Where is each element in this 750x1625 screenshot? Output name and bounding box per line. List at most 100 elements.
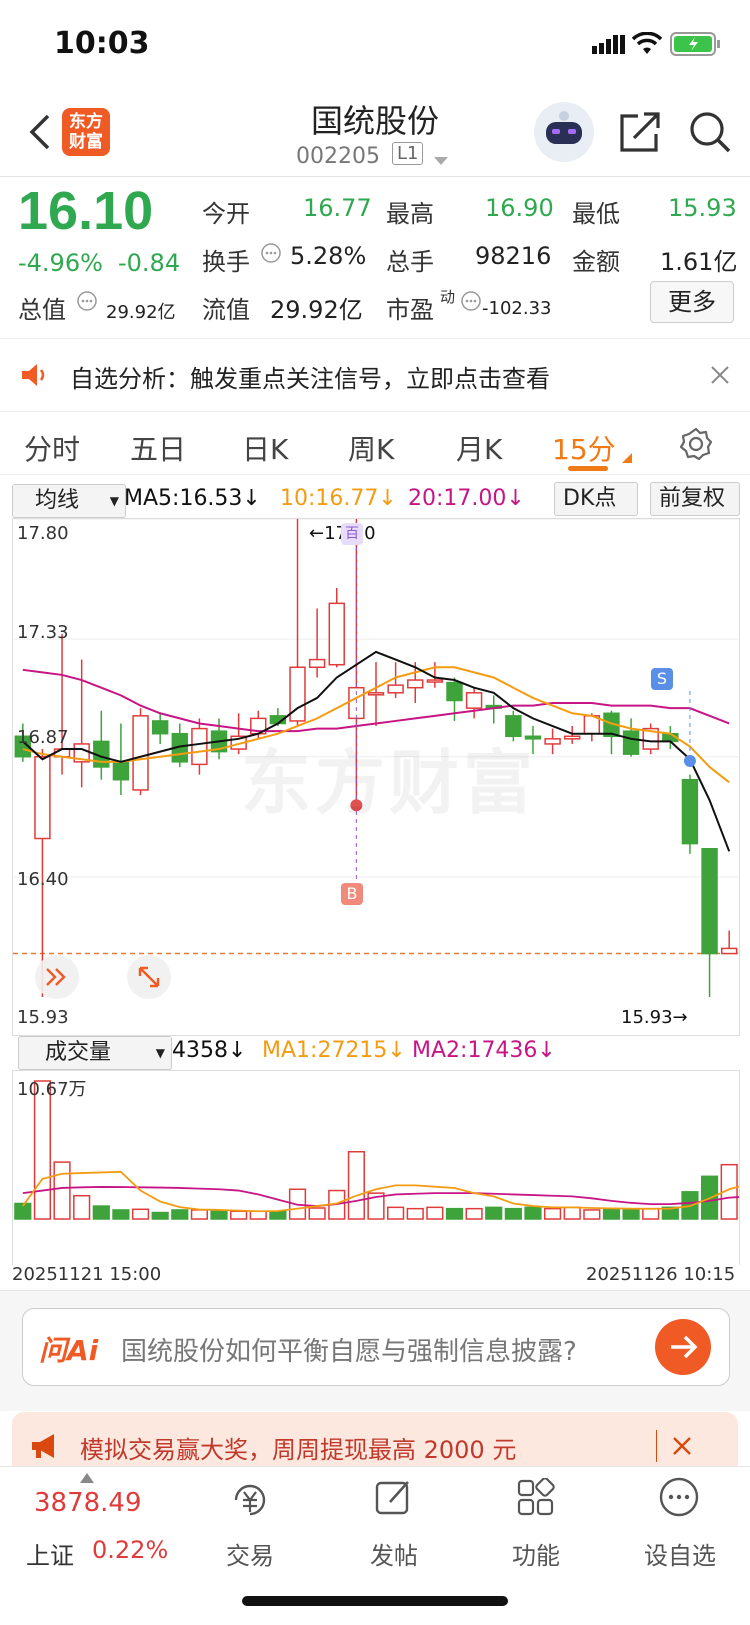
candle-body [426,679,444,683]
tabs-divider [0,474,750,475]
pe-superscript: 动 [440,288,456,306]
buy-signal[interactable]: B [341,883,363,905]
tab-week[interactable]: 周K [348,428,394,468]
tab-15min[interactable]: 15分 [552,428,616,468]
volume-bar [543,1207,562,1220]
nav-functions[interactable]: 功能 [486,1536,586,1571]
watermark: 东方财富 [241,742,537,824]
pe-label: 市盈 [386,296,434,324]
arrow-right-icon[interactable] [655,1319,711,1375]
search-icon[interactable] [688,110,732,158]
more-button[interactable]: 更多 [650,281,734,323]
index-name: 上证 [26,1542,74,1570]
index-pct: 0.22% [92,1536,169,1564]
apps-icon[interactable] [516,1477,556,1522]
indicator-select-label: 均线 [35,488,80,513]
more-dots-icon[interactable] [658,1476,700,1522]
gear-icon[interactable] [678,426,714,466]
scroll-left-icon[interactable] [35,955,79,999]
status-time: 10:03 [54,26,150,61]
nav-trade[interactable]: 交易 [200,1536,300,1571]
amount-label: 金额 [572,248,620,276]
open-label: 今开 [202,200,250,228]
candle-body [407,679,424,689]
low-value: 15.93 [668,194,737,222]
volume-bar [445,1207,464,1220]
nav-add-watchlist[interactable]: 设自选 [630,1536,730,1571]
volume-bar [465,1207,483,1220]
chevron-down-icon: ▼ [155,1046,165,1060]
promo-text: 模拟交易赢大奖，周周提现最高 2000 元 [80,1436,517,1464]
volume-bar [504,1207,522,1220]
level-badge[interactable]: L1 [392,142,424,165]
tab-month[interactable]: 月K [456,428,502,468]
sell-signal[interactable]: S [651,668,673,690]
candle-body [308,658,326,669]
trade-icon[interactable] [228,1478,272,1526]
float-value: 29.92亿 [270,296,363,324]
tab-underline [568,466,608,471]
volume-bar [524,1206,542,1220]
candle-body [132,715,149,791]
y-label-4: 15.93 [17,1007,69,1028]
candle-body [544,738,561,745]
info-icon[interactable] [260,242,282,268]
candle-body [446,681,463,702]
volume-chart[interactable]: 10.67万 [12,1070,740,1265]
wifi-icon [631,31,663,60]
nav-post[interactable]: 发帖 [344,1536,444,1571]
status-bar: 10:03 [0,0,750,90]
info-icon[interactable] [460,290,482,316]
expand-icon[interactable] [127,955,171,999]
notice-text: 自选分析：触发重点关注信号，立即点击查看 [70,365,550,393]
volume-bar [642,1207,660,1220]
index-value[interactable]: 3878.49 [34,1488,142,1518]
candle-body [191,727,208,766]
close-icon[interactable] [672,1436,692,1460]
volume-bar [387,1206,405,1220]
tab-fenshi[interactable]: 分时 [24,428,80,468]
kline-chart[interactable]: 东方财富 17.80 17.33 16.87 16.40 15.93 ←17.8… [12,518,740,1036]
low-label: 最低 [572,200,620,228]
mktcap-label: 总值 [18,296,66,324]
y-label-3: 16.40 [17,869,69,890]
post-icon[interactable] [374,1478,414,1522]
ma10-label: 10:16.77↓ [280,486,397,511]
high-label: 最高 [386,200,434,228]
info-icon[interactable] [76,290,98,316]
volume-bar [112,1209,130,1220]
volume-bar [131,1208,150,1220]
candle-body [465,692,483,709]
adjust-label: 前复权 [659,486,726,511]
ma5-label: MA5:16.53↓ [124,486,261,511]
notice-bar[interactable]: 自选分析：触发重点关注信号，立即点击查看 [0,338,750,412]
candle-body [701,847,718,955]
candle-body [34,755,51,840]
high-value: 16.90 [485,194,554,222]
robot-avatar-icon[interactable] [534,102,594,162]
volume-select[interactable]: 成交量 ▼ [18,1036,172,1070]
volume-ma1: MA1:27215↓ [262,1038,406,1063]
dropdown-icon[interactable] [434,152,448,171]
volume-bar [406,1207,424,1220]
close-icon[interactable] [710,365,730,389]
candle-body [681,778,699,845]
volume-bar [426,1206,444,1220]
change-pct: -4.96% [18,249,103,277]
header-divider [0,176,750,177]
candle-body [112,761,130,781]
volume-bar [210,1210,228,1220]
adjust-button[interactable]: 前复权 [650,482,740,516]
indicator-select[interactable]: 均线 ▼ [12,484,126,518]
tab-day[interactable]: 日K [242,428,288,468]
share-icon[interactable] [618,110,662,158]
candle-body [328,602,345,666]
tab-caret-icon [622,448,632,467]
volume-bar [190,1209,209,1220]
dk-button[interactable]: DK点 [554,482,638,516]
volume-bar [53,1161,71,1220]
tab-5day[interactable]: 五日 [130,428,186,468]
low-marker: 15.93→ [621,1007,688,1028]
ask-ai-box[interactable]: 问Ai 国统股份如何平衡自愿与强制信息披露? [22,1308,730,1386]
chevron-down-icon: ▼ [109,494,119,508]
